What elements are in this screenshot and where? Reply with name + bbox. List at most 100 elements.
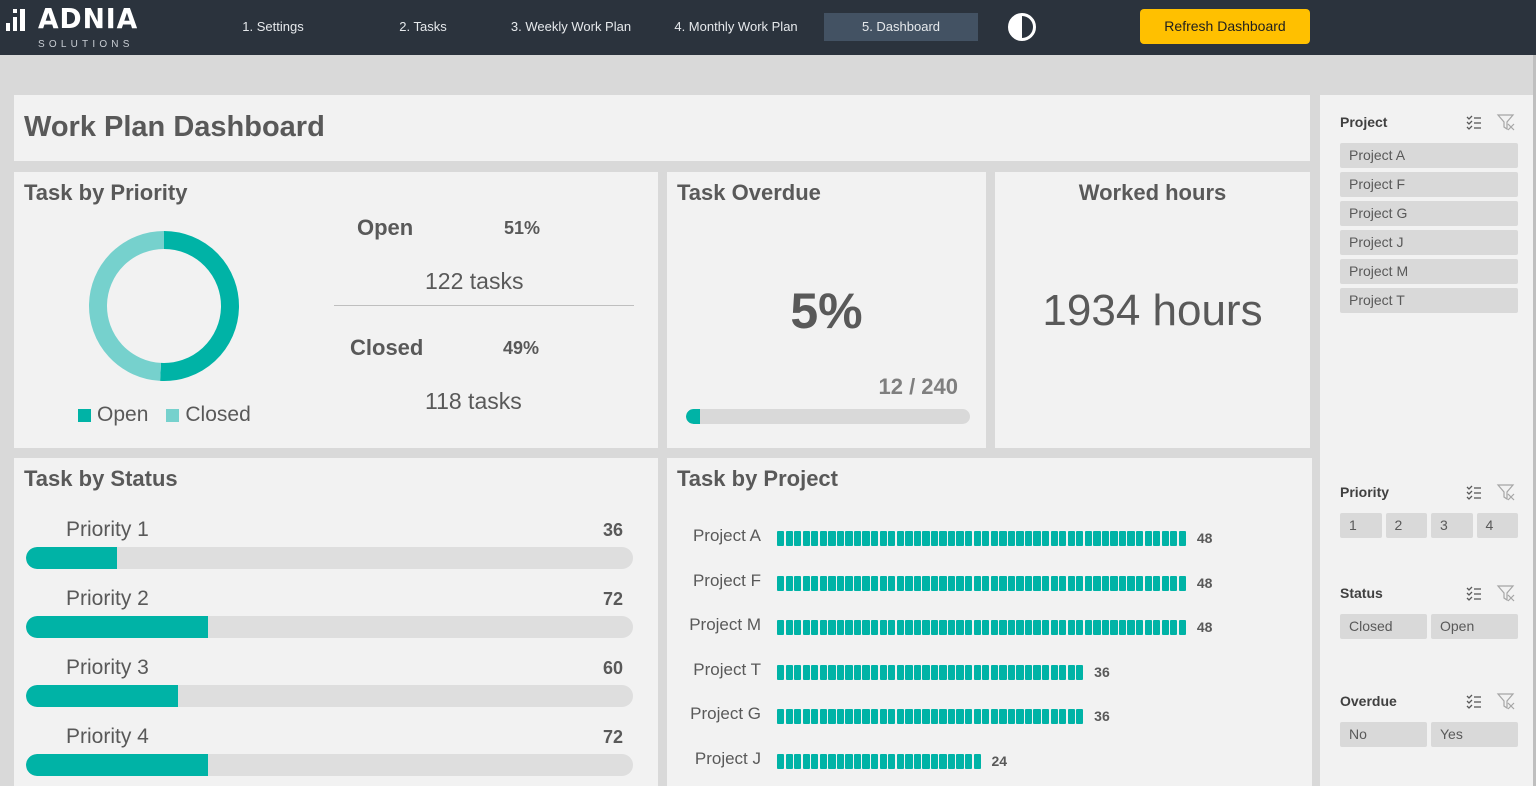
project-bar-segment bbox=[828, 664, 836, 680]
project-bar-segment bbox=[1093, 620, 1101, 636]
status-row: Priority 2 72 bbox=[26, 587, 633, 647]
project-bar-segment bbox=[1170, 575, 1178, 591]
project-bar-segment bbox=[896, 531, 904, 546]
project-bar-segment bbox=[1033, 620, 1041, 636]
project-bar-segment bbox=[965, 620, 973, 636]
project-bar-segment bbox=[811, 709, 819, 725]
status-row-label: Priority 1 bbox=[66, 518, 149, 541]
project-bar-segment bbox=[1084, 531, 1092, 546]
project-bar-segment bbox=[1178, 531, 1186, 546]
project-bar-segment bbox=[947, 531, 956, 546]
multi-select-icon[interactable] bbox=[1464, 583, 1484, 603]
slicer-title: Project bbox=[1340, 114, 1388, 130]
logo-bars-icon bbox=[6, 9, 32, 31]
nav-dashboard[interactable]: 5. Dashboard bbox=[824, 13, 978, 41]
project-bar-segment bbox=[845, 575, 853, 591]
slicer-items: Project A Project F Project G Project J Proj… bbox=[1340, 143, 1518, 313]
project-bar-segment bbox=[1084, 620, 1092, 636]
slicer-header: Status bbox=[1340, 583, 1518, 605]
project-bar-segment bbox=[888, 664, 896, 680]
status-row-label: Priority 3 bbox=[66, 656, 149, 679]
project-row: Project T 36 bbox=[667, 660, 1307, 684]
multi-select-icon[interactable] bbox=[1464, 112, 1484, 132]
project-bar-segment bbox=[828, 531, 836, 546]
slicer-item[interactable]: Project T bbox=[1340, 288, 1518, 313]
project-bar-segment bbox=[1144, 575, 1152, 591]
clear-filter-icon[interactable] bbox=[1496, 691, 1516, 711]
project-row-value: 36 bbox=[1094, 708, 1110, 725]
project-bar-segment bbox=[862, 754, 870, 769]
project-bar-segment bbox=[939, 620, 947, 636]
slicer-item[interactable]: Project A bbox=[1340, 143, 1518, 168]
status-bar-track bbox=[26, 685, 633, 707]
priority-donut-chart bbox=[89, 231, 239, 381]
multi-select-icon[interactable] bbox=[1464, 691, 1484, 711]
project-bar-segment bbox=[1101, 531, 1110, 546]
project-bar-segment bbox=[1110, 531, 1118, 546]
clear-filter-icon[interactable] bbox=[1496, 112, 1516, 132]
project-bar-segment bbox=[956, 575, 964, 591]
project-bar-segment bbox=[794, 575, 802, 591]
overdue-progress-track bbox=[686, 409, 970, 424]
project-bar-segment bbox=[956, 664, 964, 680]
refresh-dashboard-button[interactable]: Refresh Dashboard bbox=[1140, 9, 1310, 44]
slicer-item[interactable]: Project J bbox=[1340, 230, 1518, 255]
multi-select-icon[interactable] bbox=[1464, 482, 1484, 502]
slicer-item[interactable]: 4 bbox=[1476, 513, 1518, 538]
project-bar-segment bbox=[1033, 575, 1041, 591]
project-row-value: 48 bbox=[1196, 574, 1213, 591]
nav-weekly-work-plan[interactable]: 3. Weekly Work Plan bbox=[500, 13, 642, 41]
project-bar-segment bbox=[922, 531, 930, 546]
nav-tasks[interactable]: 2. Tasks bbox=[372, 13, 474, 41]
project-bar-segment bbox=[1076, 709, 1084, 725]
project-bar-segment bbox=[871, 754, 879, 769]
nav-settings[interactable]: 1. Settings bbox=[222, 13, 324, 41]
clear-filter-icon[interactable] bbox=[1496, 583, 1516, 603]
project-bar-segment bbox=[1178, 620, 1186, 636]
project-bar-segment bbox=[896, 709, 904, 725]
slicer-header: Project bbox=[1340, 112, 1518, 134]
project-bar-segment bbox=[862, 575, 870, 591]
slicer-item[interactable]: Closed bbox=[1340, 614, 1427, 639]
project-bar-segment bbox=[871, 664, 879, 680]
project-bar-segment bbox=[1118, 575, 1127, 591]
slicer-item[interactable]: Project G bbox=[1340, 201, 1518, 226]
status-row-label: Priority 2 bbox=[66, 587, 149, 610]
project-bar-segment bbox=[871, 531, 879, 546]
project-bar-segment bbox=[1024, 709, 1033, 725]
slicer-item[interactable]: 1 bbox=[1340, 513, 1382, 538]
legend-label: Open bbox=[97, 403, 149, 426]
project-bar-segment bbox=[1110, 620, 1118, 636]
donut-slice-closed bbox=[89, 231, 165, 381]
project-bar-segment bbox=[913, 575, 922, 591]
status-row-label: Priority 4 bbox=[66, 725, 149, 748]
slicer-project: Project Project A Project F Project G Proje… bbox=[1340, 112, 1518, 317]
slicer-item[interactable]: No bbox=[1340, 722, 1427, 747]
project-bar-segment bbox=[853, 709, 862, 725]
project-bar-segment bbox=[879, 575, 887, 591]
project-bar-segment bbox=[1161, 531, 1169, 546]
project-bar-segment bbox=[922, 664, 930, 680]
project-bar-segment bbox=[871, 709, 879, 725]
slicer-item[interactable]: Project F bbox=[1340, 172, 1518, 197]
project-bar-segment bbox=[819, 754, 828, 769]
slicer-item[interactable]: Yes bbox=[1431, 722, 1518, 747]
slicer-item[interactable]: Open bbox=[1431, 614, 1518, 639]
title-panel: Work Plan Dashboard bbox=[14, 95, 1310, 161]
project-bar-segment bbox=[999, 620, 1007, 636]
contrast-icon[interactable] bbox=[1007, 12, 1037, 42]
project-bar-segment bbox=[828, 754, 836, 769]
project-bar-segment bbox=[922, 709, 930, 725]
slicer-item[interactable]: 2 bbox=[1385, 513, 1427, 538]
project-bar-segment bbox=[828, 709, 836, 725]
project-bar-segment bbox=[1067, 709, 1075, 725]
project-bar-segment bbox=[879, 754, 887, 769]
project-bar-segment bbox=[1118, 620, 1127, 636]
slicer-item[interactable]: Project M bbox=[1340, 259, 1518, 284]
clear-filter-icon[interactable] bbox=[1496, 482, 1516, 502]
project-bar-segment bbox=[1016, 709, 1024, 725]
slicer-item[interactable]: 3 bbox=[1431, 513, 1473, 538]
project-bar-segment bbox=[1127, 575, 1135, 591]
nav-monthly-work-plan[interactable]: 4. Monthly Work Plan bbox=[664, 13, 808, 41]
project-bar-segment bbox=[1153, 575, 1161, 591]
